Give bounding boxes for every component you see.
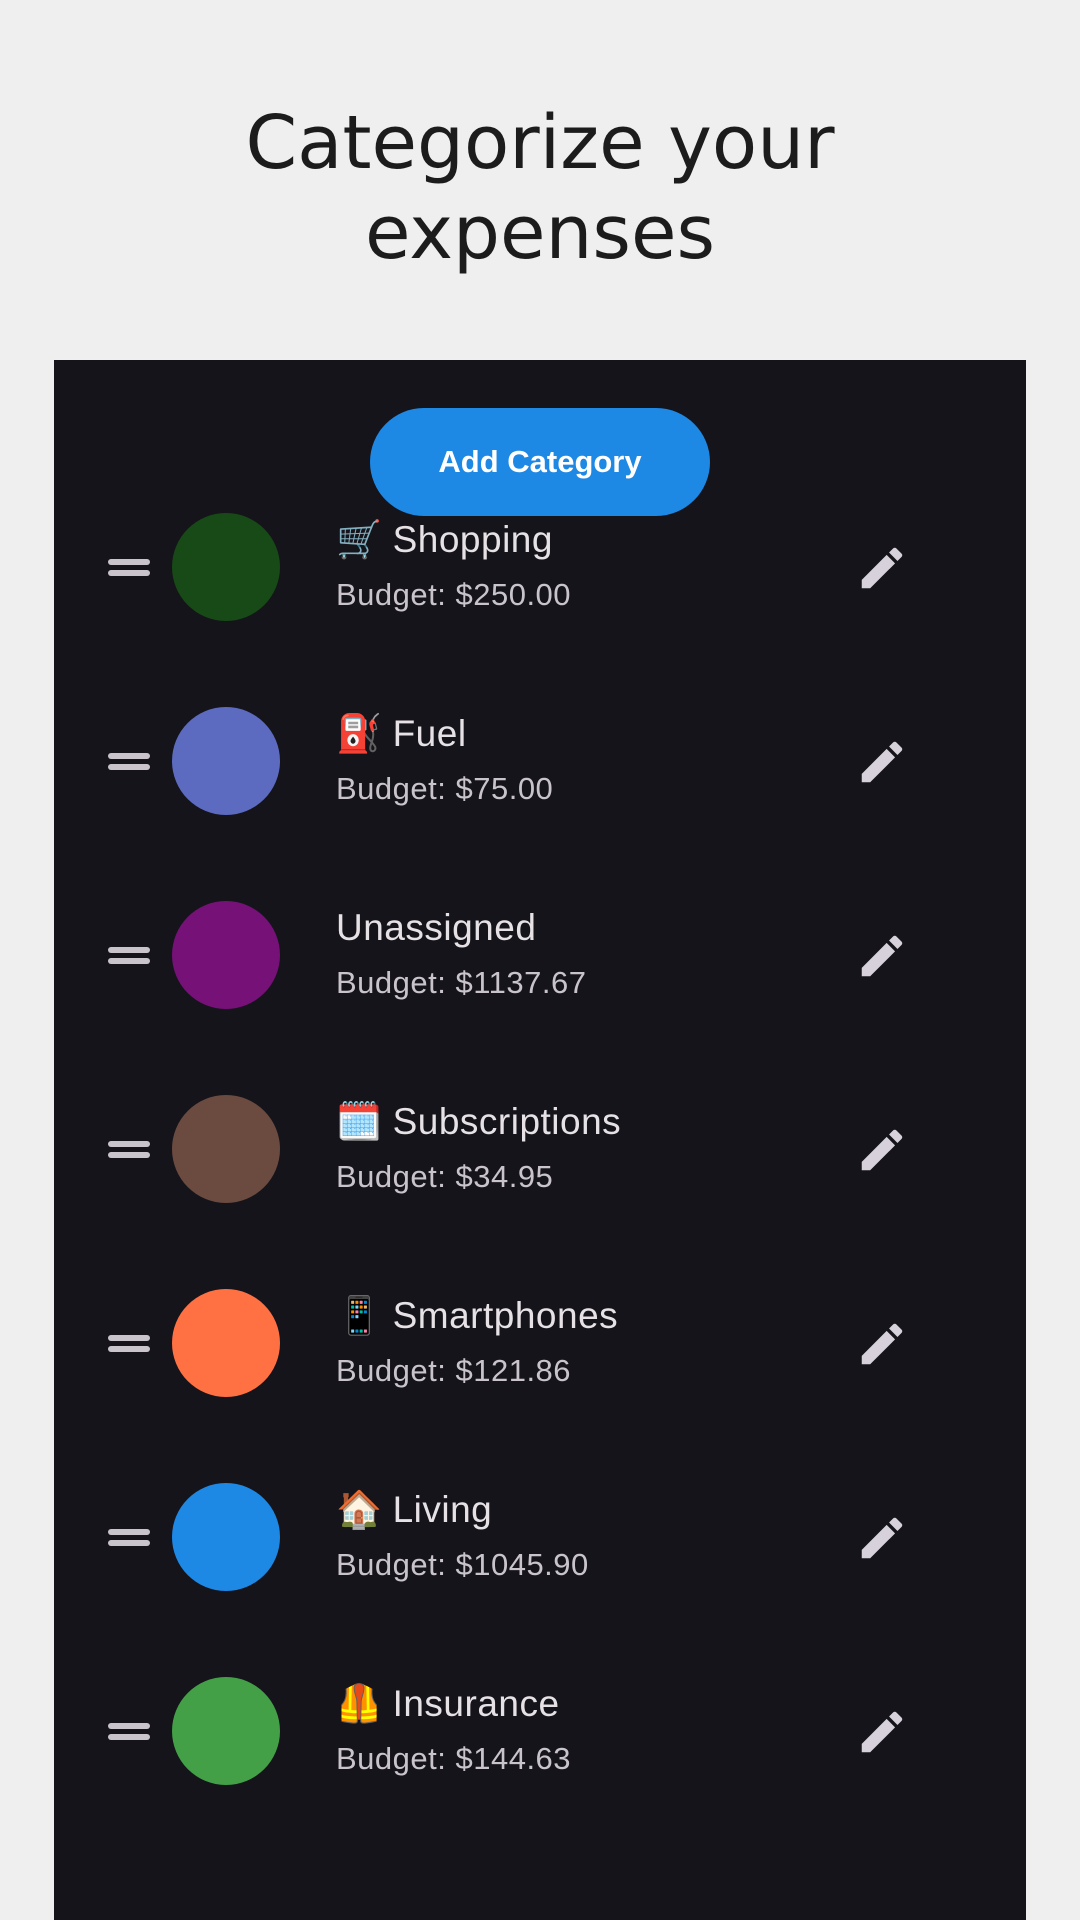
- category-emoji-icon: ⛽: [336, 713, 383, 754]
- pencil-edit-icon[interactable]: [844, 1500, 920, 1576]
- category-row-subscriptions[interactable]: 🗓️ Subscriptions Budget: $34.95: [54, 1052, 1026, 1246]
- pencil-edit-icon[interactable]: [844, 724, 920, 800]
- category-name: Unassigned: [336, 907, 537, 948]
- pencil-edit-icon[interactable]: [844, 1112, 920, 1188]
- category-name-text: Smartphones: [392, 1295, 619, 1336]
- category-color-swatch: [172, 901, 280, 1009]
- pencil-edit-icon[interactable]: [844, 1694, 920, 1770]
- category-row-smartphones[interactable]: 📱 Smartphones Budget: $121.86: [54, 1246, 1026, 1440]
- category-emoji-icon: 🏠: [336, 1489, 383, 1530]
- category-name: 🛒 Shopping: [336, 518, 553, 562]
- category-color-swatch: [172, 1677, 280, 1785]
- category-color-swatch: [172, 1289, 280, 1397]
- category-name-text: Shopping: [392, 519, 553, 560]
- category-row-shopping[interactable]: 🛒 Shopping Budget: $250.00: [54, 470, 1026, 664]
- drag-handle-icon[interactable]: [106, 1518, 152, 1556]
- page-title: Categorize your expenses: [0, 98, 1080, 278]
- category-emoji-icon: 📱: [336, 1295, 383, 1336]
- page-title-line-2: expenses: [364, 190, 716, 276]
- category-color-swatch: [172, 1095, 280, 1203]
- category-name-text: Subscriptions: [392, 1101, 622, 1142]
- category-budget: Budget: $75.00: [336, 771, 554, 806]
- category-budget: Budget: $1137.67: [336, 965, 587, 1000]
- category-row-unassigned[interactable]: Unassigned Budget: $1137.67: [54, 858, 1026, 1052]
- category-emoji-icon: 🗓️: [336, 1101, 383, 1142]
- category-budget: Budget: $34.95: [336, 1159, 554, 1194]
- drag-handle-icon[interactable]: [106, 1712, 152, 1750]
- category-name: 📱 Smartphones: [336, 1294, 618, 1338]
- category-name-text: Living: [392, 1489, 493, 1530]
- category-name: 🗓️ Subscriptions: [336, 1100, 621, 1144]
- drag-handle-icon[interactable]: [106, 742, 152, 780]
- category-name: ⛽ Fuel: [336, 712, 467, 756]
- pencil-edit-icon[interactable]: [844, 1306, 920, 1382]
- pencil-edit-icon[interactable]: [844, 530, 920, 606]
- page-title-line-1: Categorize your: [245, 100, 835, 186]
- category-color-swatch: [172, 707, 280, 815]
- category-emoji-icon: 🦺: [336, 1683, 383, 1724]
- category-name: 🦺 Insurance: [336, 1682, 560, 1726]
- category-color-swatch: [172, 513, 280, 621]
- category-row-fuel[interactable]: ⛽ Fuel Budget: $75.00: [54, 664, 1026, 858]
- drag-handle-icon[interactable]: [106, 936, 152, 974]
- category-row-living[interactable]: 🏠 Living Budget: $1045.90: [54, 1440, 1026, 1634]
- category-row-insurance[interactable]: 🦺 Insurance Budget: $144.63: [54, 1634, 1026, 1828]
- category-budget: Budget: $1045.90: [336, 1547, 589, 1582]
- app-screen: Add Category 🛒 Shopping Budget: $250.00 ⛽ Fu…: [54, 360, 1026, 1920]
- category-name-text: Insurance: [392, 1683, 560, 1724]
- category-budget: Budget: $144.63: [336, 1741, 572, 1776]
- category-name-text: Fuel: [392, 713, 467, 754]
- pencil-edit-icon[interactable]: [844, 918, 920, 994]
- drag-handle-icon[interactable]: [106, 548, 152, 586]
- category-name: 🏠 Living: [336, 1488, 492, 1532]
- category-color-swatch: [172, 1483, 280, 1591]
- drag-handle-icon[interactable]: [106, 1130, 152, 1168]
- drag-handle-icon[interactable]: [106, 1324, 152, 1362]
- category-emoji-icon: 🛒: [336, 519, 383, 560]
- category-budget: Budget: $250.00: [336, 577, 572, 612]
- category-budget: Budget: $121.86: [336, 1353, 572, 1388]
